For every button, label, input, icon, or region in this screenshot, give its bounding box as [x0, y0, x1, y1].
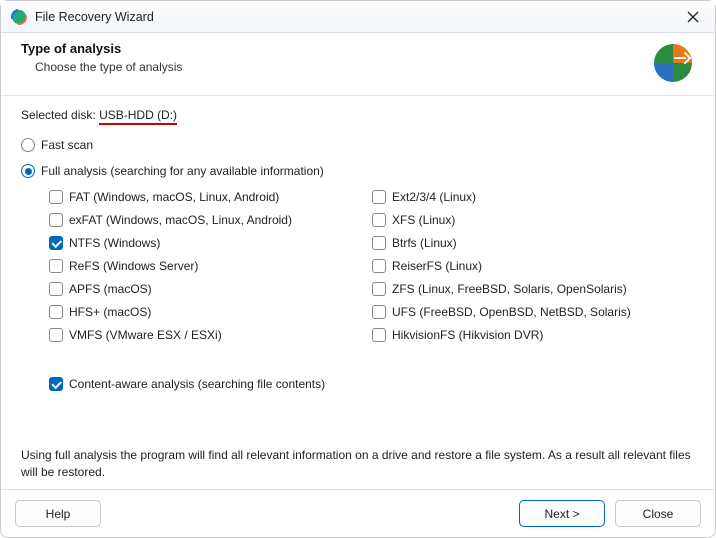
page-subtitle: Choose the type of analysis: [21, 60, 651, 74]
help-button[interactable]: Help: [15, 500, 101, 527]
page-title: Type of analysis: [21, 41, 651, 56]
checkbox-icon: [372, 259, 386, 273]
checkbox-icon: [49, 213, 63, 227]
filesystem-label: APFS (macOS): [69, 282, 152, 296]
selected-disk-value: USB-HDD (D:): [99, 108, 177, 125]
checkbox-icon: [372, 213, 386, 227]
filesystem-checkbox[interactable]: FAT (Windows, macOS, Linux, Android): [49, 190, 372, 204]
fast-scan-label: Fast scan: [41, 138, 93, 152]
filesystem-label: FAT (Windows, macOS, Linux, Android): [69, 190, 279, 204]
close-icon[interactable]: [679, 1, 707, 32]
filesystem-checkbox[interactable]: NTFS (Windows): [49, 236, 372, 250]
filesystem-label: HFS+ (macOS): [69, 305, 151, 319]
filesystem-checkbox[interactable]: VMFS (VMware ESX / ESXi): [49, 328, 372, 342]
filesystem-checkbox[interactable]: UFS (FreeBSD, OpenBSD, NetBSD, Solaris): [372, 305, 695, 319]
checkbox-icon: [49, 282, 63, 296]
close-button[interactable]: Close: [615, 500, 701, 527]
title-bar: File Recovery Wizard: [1, 1, 715, 33]
wizard-icon: [651, 41, 695, 85]
filesystem-checkbox[interactable]: HFS+ (macOS): [49, 305, 372, 319]
checkbox-icon: [372, 190, 386, 204]
content-aware-checkbox[interactable]: Content-aware analysis (searching file c…: [49, 377, 695, 391]
filesystem-label: exFAT (Windows, macOS, Linux, Android): [69, 213, 292, 227]
checkbox-icon: [372, 236, 386, 250]
content-aware-label: Content-aware analysis (searching file c…: [69, 377, 325, 391]
wizard-header: Type of analysis Choose the type of anal…: [1, 33, 715, 96]
filesystem-label: HikvisionFS (Hikvision DVR): [392, 328, 543, 342]
filesystem-checkbox[interactable]: ZFS (Linux, FreeBSD, Solaris, OpenSolari…: [372, 282, 695, 296]
checkbox-icon: [49, 190, 63, 204]
checkbox-icon: [372, 328, 386, 342]
filesystem-label: ReiserFS (Linux): [392, 259, 482, 273]
checkbox-icon: [372, 282, 386, 296]
full-analysis-radio[interactable]: Full analysis (searching for any availab…: [21, 164, 695, 178]
radio-icon: [21, 164, 35, 178]
filesystem-checkbox[interactable]: exFAT (Windows, macOS, Linux, Android): [49, 213, 372, 227]
checkbox-icon: [49, 305, 63, 319]
radio-icon: [21, 138, 35, 152]
filesystem-checkbox[interactable]: XFS (Linux): [372, 213, 695, 227]
selected-disk-label: Selected disk:: [21, 108, 96, 122]
mode-description: Using full analysis the program will fin…: [21, 447, 695, 481]
selected-disk-row: Selected disk: USB-HDD (D:): [21, 108, 695, 122]
app-icon: [11, 9, 27, 25]
filesystem-label: ZFS (Linux, FreeBSD, Solaris, OpenSolari…: [392, 282, 627, 296]
filesystem-checkbox[interactable]: ReiserFS (Linux): [372, 259, 695, 273]
fast-scan-radio[interactable]: Fast scan: [21, 138, 695, 152]
next-button[interactable]: Next >: [519, 500, 605, 527]
filesystem-label: XFS (Linux): [392, 213, 455, 227]
filesystem-checkbox[interactable]: ReFS (Windows Server): [49, 259, 372, 273]
filesystem-label: VMFS (VMware ESX / ESXi): [69, 328, 222, 342]
filesystem-checkbox[interactable]: HikvisionFS (Hikvision DVR): [372, 328, 695, 342]
filesystem-label: Btrfs (Linux): [392, 236, 457, 250]
filesystem-checkbox[interactable]: Ext2/3/4 (Linux): [372, 190, 695, 204]
wizard-footer: Help Next > Close: [1, 489, 715, 537]
filesystem-label: NTFS (Windows): [69, 236, 160, 250]
filesystem-label: ReFS (Windows Server): [69, 259, 198, 273]
filesystem-grid: FAT (Windows, macOS, Linux, Android) exFA…: [21, 190, 695, 351]
filesystem-checkbox[interactable]: APFS (macOS): [49, 282, 372, 296]
window-title: File Recovery Wizard: [35, 10, 679, 24]
checkbox-icon: [372, 305, 386, 319]
checkbox-icon: [49, 377, 63, 391]
full-analysis-label: Full analysis (searching for any availab…: [41, 164, 324, 178]
checkbox-icon: [49, 259, 63, 273]
checkbox-icon: [49, 236, 63, 250]
filesystem-checkbox[interactable]: Btrfs (Linux): [372, 236, 695, 250]
checkbox-icon: [49, 328, 63, 342]
filesystem-label: UFS (FreeBSD, OpenBSD, NetBSD, Solaris): [392, 305, 631, 319]
wizard-content: Selected disk: USB-HDD (D:) Fast scan Fu…: [1, 96, 715, 489]
filesystem-label: Ext2/3/4 (Linux): [392, 190, 476, 204]
